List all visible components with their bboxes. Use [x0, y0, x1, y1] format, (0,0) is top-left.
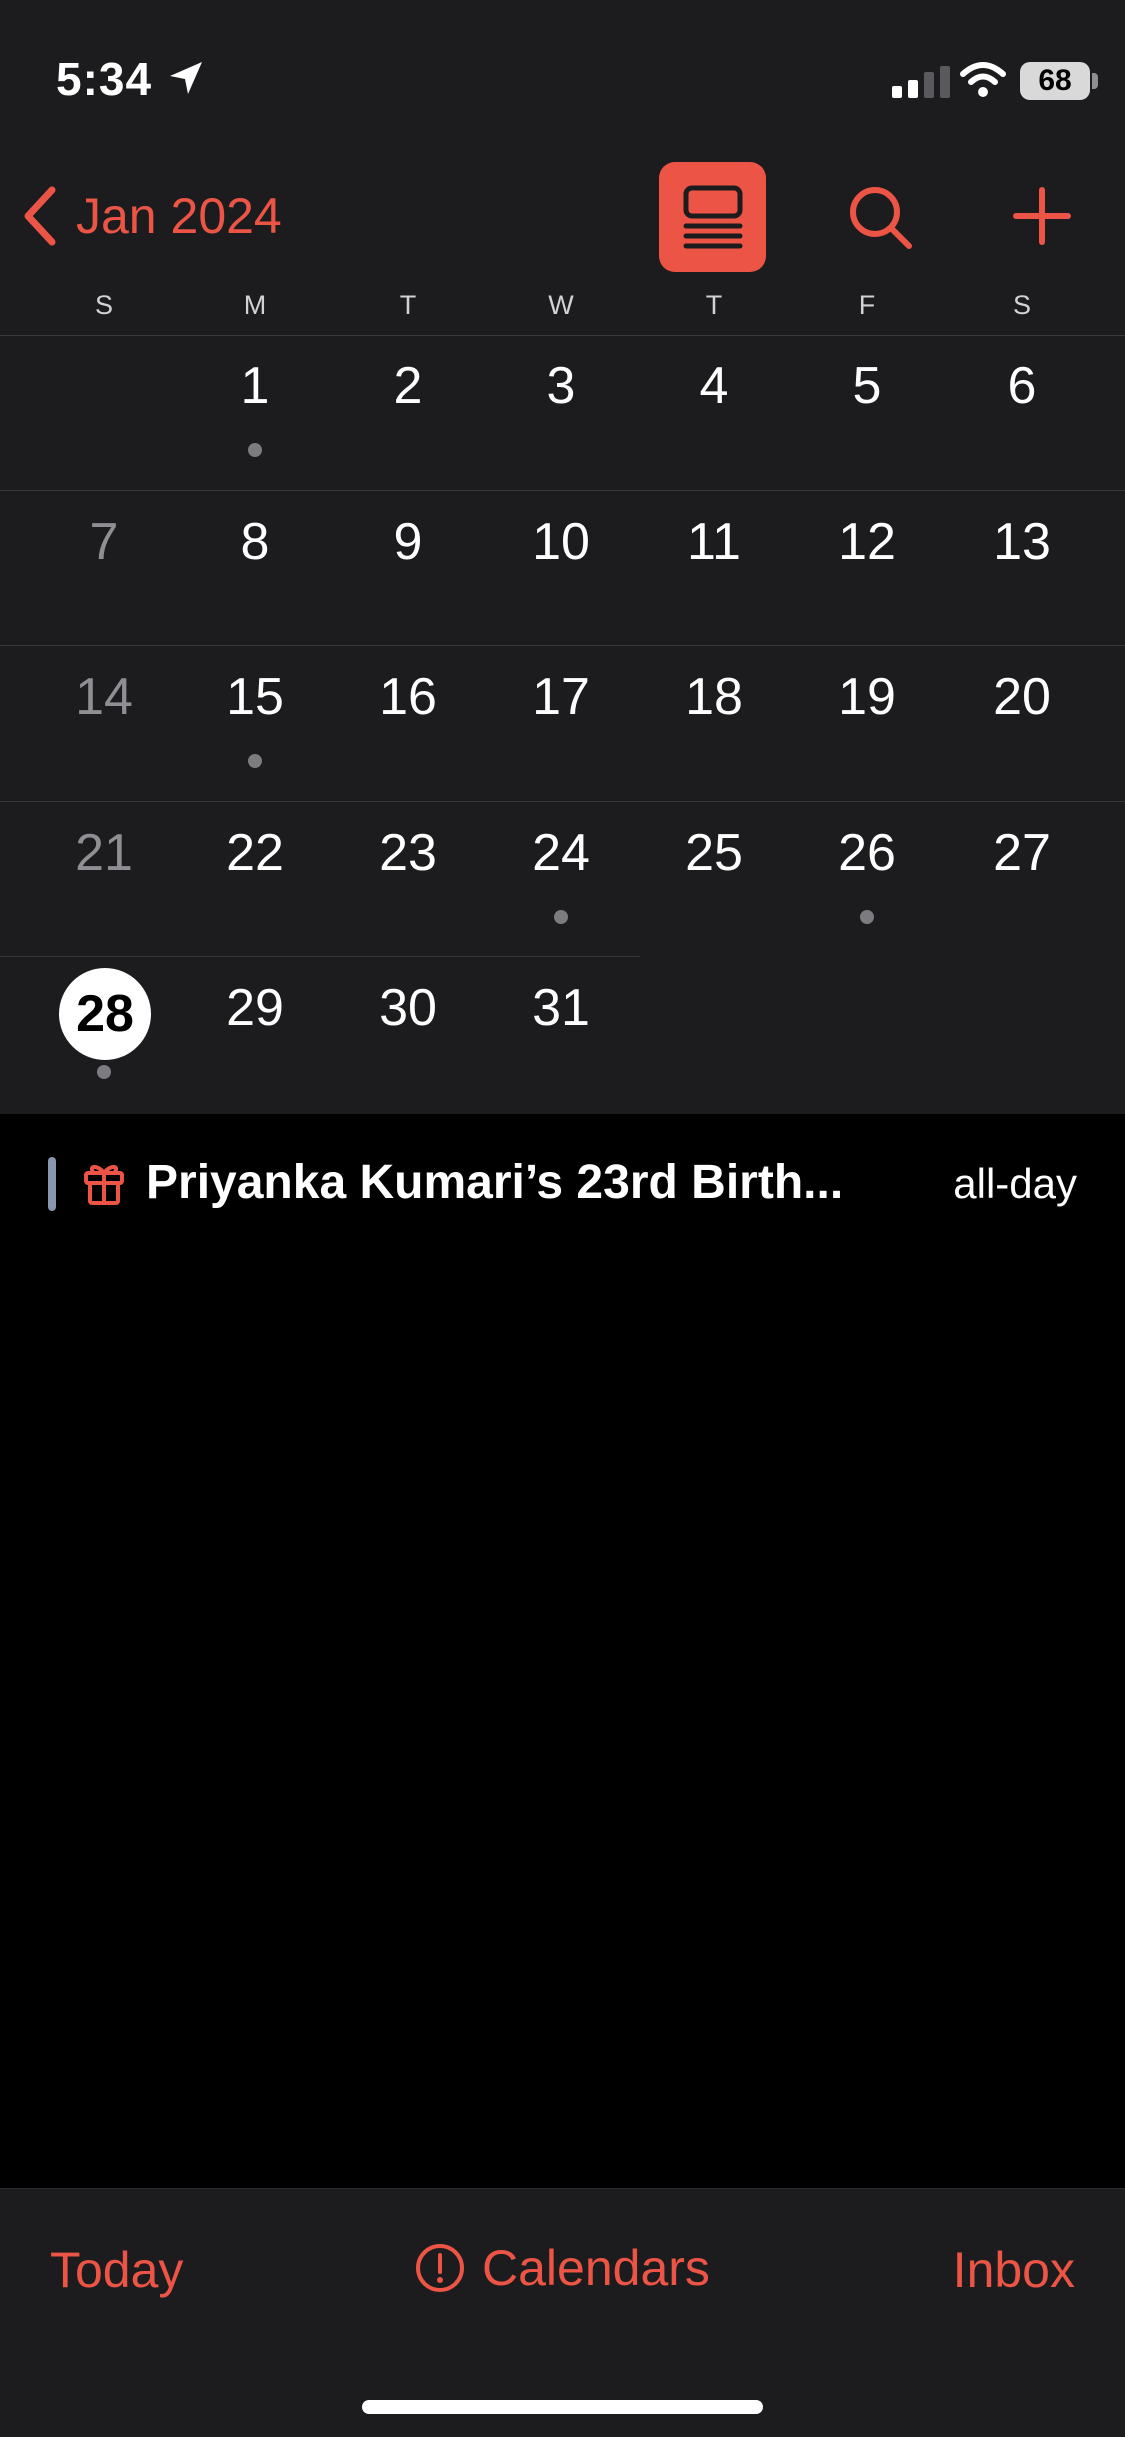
weekday-label: S: [94, 290, 113, 320]
weekday-label: T: [705, 290, 723, 320]
day-cell[interactable]: 26: [807, 823, 927, 883]
event-title: Priyanka Kumari’s 23rd Birth...: [146, 1156, 844, 1209]
day-cell[interactable]: 20: [962, 667, 1082, 727]
day-cell[interactable]: 29: [195, 978, 315, 1038]
calendars-label: Calendars: [482, 2240, 710, 2296]
event-dot: [860, 910, 874, 924]
month-grid: 1 2 3 4 5 6 7 8 9 10 11 12 13 14 15 16 1…: [0, 336, 1125, 1114]
inbox-button[interactable]: Inbox: [953, 2241, 1075, 2299]
day-cell[interactable]: 21: [44, 823, 164, 883]
day-cell[interactable]: 18: [654, 667, 774, 727]
day-cell[interactable]: 2: [348, 356, 468, 416]
day-cell[interactable]: 16: [348, 667, 468, 727]
weekday-label: T: [399, 290, 417, 320]
status-time: 5:34: [56, 53, 153, 105]
calendar-color-bar: [48, 1157, 56, 1211]
day-cell[interactable]: 31: [501, 978, 621, 1038]
day-cell[interactable]: 5: [807, 356, 927, 416]
exclamation-circle-icon: [416, 2244, 464, 2292]
row-divider: [0, 645, 1125, 646]
weekday-label: M: [243, 290, 267, 320]
month-year-label: Jan 2024: [76, 188, 282, 244]
calendars-button[interactable]: Calendars: [414, 2239, 710, 2297]
list-view-icon: [683, 185, 742, 249]
row-divider: [0, 490, 1125, 491]
today-button[interactable]: Today: [50, 2241, 183, 2299]
day-cell[interactable]: 8: [195, 512, 315, 572]
event-row[interactable]: Priyanka Kumari’s 23rd Birth... all-day: [0, 1115, 1125, 1255]
search-icon[interactable]: [845, 182, 915, 252]
day-cell[interactable]: 23: [348, 823, 468, 883]
day-cell[interactable]: 14: [44, 667, 164, 727]
day-cell[interactable]: 10: [501, 512, 621, 572]
day-cell[interactable]: 9: [348, 512, 468, 572]
gift-icon: [84, 1165, 124, 1205]
weekday-header: S M T W T F S: [0, 290, 1125, 330]
day-cell[interactable]: 12: [807, 512, 927, 572]
list-view-button[interactable]: [659, 162, 766, 272]
day-cell[interactable]: 19: [807, 667, 927, 727]
location-arrow-icon: [170, 62, 202, 94]
day-cell[interactable]: 25: [654, 823, 774, 883]
day-cell[interactable]: 4: [654, 356, 774, 416]
weekday-label: S: [1012, 290, 1031, 320]
day-cell[interactable]: 3: [501, 356, 621, 416]
day-cell[interactable]: 27: [962, 823, 1082, 883]
battery-tip: [1092, 73, 1098, 89]
event-dot: [248, 754, 262, 768]
day-cell-today[interactable]: 28: [59, 968, 151, 1060]
weekday-label: F: [858, 290, 876, 320]
row-divider: [0, 801, 1125, 802]
event-dot: [554, 910, 568, 924]
home-indicator[interactable]: [362, 2400, 763, 2414]
status-bar: 5:34 68: [0, 0, 1125, 150]
weekday-label: W: [548, 290, 574, 320]
day-cell[interactable]: 6: [962, 356, 1082, 416]
chevron-left-icon: [24, 186, 56, 246]
cellular-signal-icon: [892, 66, 950, 98]
day-cell[interactable]: 17: [501, 667, 621, 727]
calendar-nav-bar: Jan 2024 S M T W T F S: [0, 150, 1125, 336]
day-cell[interactable]: 24: [501, 823, 621, 883]
row-divider: [0, 956, 640, 957]
wifi-icon: [960, 62, 1006, 97]
battery-icon: 68: [1020, 62, 1090, 100]
day-cell[interactable]: 13: [962, 512, 1082, 572]
event-dot: [248, 443, 262, 457]
day-cell[interactable]: 11: [654, 512, 774, 572]
back-to-year-button[interactable]: Jan 2024: [22, 186, 282, 246]
day-cell[interactable]: 15: [195, 667, 315, 727]
day-cell[interactable]: 30: [348, 978, 468, 1038]
day-cell[interactable]: 1: [195, 356, 315, 416]
event-time: all-day: [953, 1160, 1077, 1207]
day-cell[interactable]: 22: [195, 823, 315, 883]
plus-icon[interactable]: [1012, 186, 1072, 246]
day-cell[interactable]: 7: [44, 512, 164, 572]
event-dot: [97, 1065, 111, 1079]
